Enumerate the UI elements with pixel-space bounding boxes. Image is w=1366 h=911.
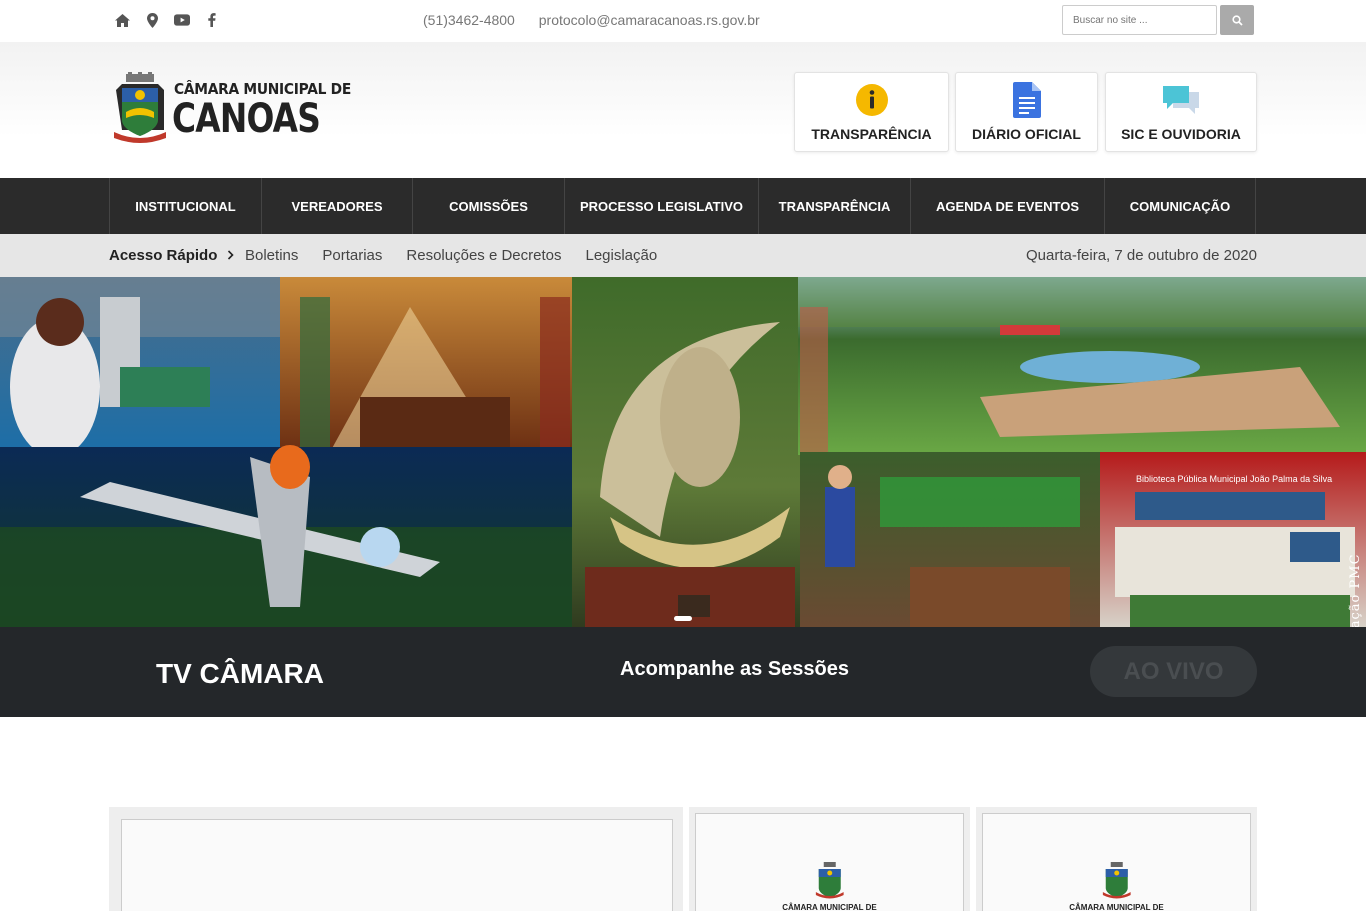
quick-link-portarias[interactable]: Portarias [322,247,382,264]
search-form [1062,5,1254,35]
nav-list: INSTITUCIONAL VEREADORES COMISSÕES PROCE… [109,178,1256,234]
hero-banner[interactable]: Biblioteca Pública Municipal João Palma … [0,277,1366,627]
library-sign-text: Biblioteca Pública Municipal João Palma … [1136,474,1332,484]
coat-of-arms-icon [114,72,166,143]
site-header: CÂMARA MUNICIPAL DE CANOAS TRANSPARÊNCIA… [0,42,1366,178]
nav-item-comissoes[interactable]: COMISSÕES [413,178,565,234]
nav-item-vereadores[interactable]: VEREADORES [262,178,413,234]
email-address[interactable]: protocolo@camaracanoas.rs.gov.br [539,12,760,28]
news-card-image: CÂMARA MUNICIPAL DE [982,813,1251,911]
youtube-icon[interactable] [174,11,190,29]
live-button[interactable]: AO VIVO [1090,646,1257,697]
news-card-image: CÂMARA MUNICIPAL DE [695,813,964,911]
social-links [114,11,220,29]
nav-item-agenda-de-eventos[interactable]: AGENDA DE EVENTOS [911,178,1105,234]
nav-item-comunicacao[interactable]: COMUNICAÇÃO [1105,178,1256,234]
phone-number[interactable]: (51)3462-4800 [423,12,515,28]
news-card[interactable]: CÂMARA MUNICIPAL DE [689,807,970,911]
card-logo: CÂMARA MUNICIPAL DE [1069,862,1164,911]
facebook-icon[interactable] [204,11,220,29]
search-input[interactable] [1062,5,1217,35]
nav-item-transparencia[interactable]: TRANSPARÊNCIA [759,178,911,234]
quick-link-transparencia[interactable]: TRANSPARÊNCIA [794,72,949,152]
city-collage-image: Biblioteca Pública Municipal João Palma … [0,277,1366,627]
photo-credit: Divulgação PMC [1348,553,1363,627]
info-icon [855,83,889,117]
current-date: Quarta-feira, 7 de outubro de 2020 [1026,247,1257,264]
news-cards: CÂMARA MUNICIPAL DE CÂMARA MUNICIPAL DE [109,807,1257,911]
card-logo-text: CÂMARA MUNICIPAL DE [782,903,877,911]
quick-access-links: Boletins Portarias Resoluções e Decretos… [245,247,657,264]
tv-title: TV CÂMARA [156,658,324,689]
chevron-right-icon [227,250,234,260]
search-icon [1231,14,1243,26]
news-card-image [121,819,673,911]
coat-of-arms-icon [1102,862,1131,899]
nav-item-institucional[interactable]: INSTITUCIONAL [110,178,262,234]
quick-access-label: Acesso Rápido [109,247,235,264]
news-card-featured[interactable] [109,807,683,911]
quick-link-label: DIÁRIO OFICIAL [972,126,1081,142]
card-logo: CÂMARA MUNICIPAL DE [782,862,877,911]
coat-of-arms-icon [815,862,844,899]
top-bar: (51)3462-4800 protocolo@camaracanoas.rs.… [0,0,1366,42]
quick-link-legislacao[interactable]: Legislação [585,247,657,264]
chat-bubbles-icon [1163,83,1199,117]
document-icon [1012,82,1041,118]
contact-info: (51)3462-4800 protocolo@camaracanoas.rs.… [423,12,780,28]
quick-link-label: TRANSPARÊNCIA [811,126,932,142]
carousel-indicator[interactable] [674,616,692,621]
quick-link-boletins[interactable]: Boletins [245,247,298,264]
nav-item-processo-legislativo[interactable]: PROCESSO LEGISLATIVO [565,178,759,234]
quick-access-bar: Acesso Rápido Boletins Portarias Resoluç… [0,234,1366,277]
quick-link-sic-ouvidoria[interactable]: SIC E OUVIDORIA [1105,72,1257,152]
logo-title-line2: CANOAS [172,96,321,142]
tv-camara-bar: TV CÂMARA Acompanhe as Sessões AO VIVO [0,627,1366,717]
main-navigation: INSTITUCIONAL VEREADORES COMISSÕES PROCE… [0,178,1366,234]
quick-link-diario-oficial[interactable]: DIÁRIO OFICIAL [955,72,1098,152]
quick-link-label: SIC E OUVIDORIA [1121,126,1241,142]
quick-access-text: Acesso Rápido [109,247,218,264]
search-button[interactable] [1220,5,1254,35]
map-pin-icon[interactable] [144,11,160,29]
tv-subtitle: Acompanhe as Sessões [620,658,849,680]
home-icon[interactable] [114,11,130,29]
quick-link-resolucoes-decretos[interactable]: Resoluções e Decretos [406,247,561,264]
news-card[interactable]: CÂMARA MUNICIPAL DE [976,807,1257,911]
card-logo-text: CÂMARA MUNICIPAL DE [1069,903,1164,911]
site-logo[interactable]: CÂMARA MUNICIPAL DE CANOAS [112,72,351,148]
